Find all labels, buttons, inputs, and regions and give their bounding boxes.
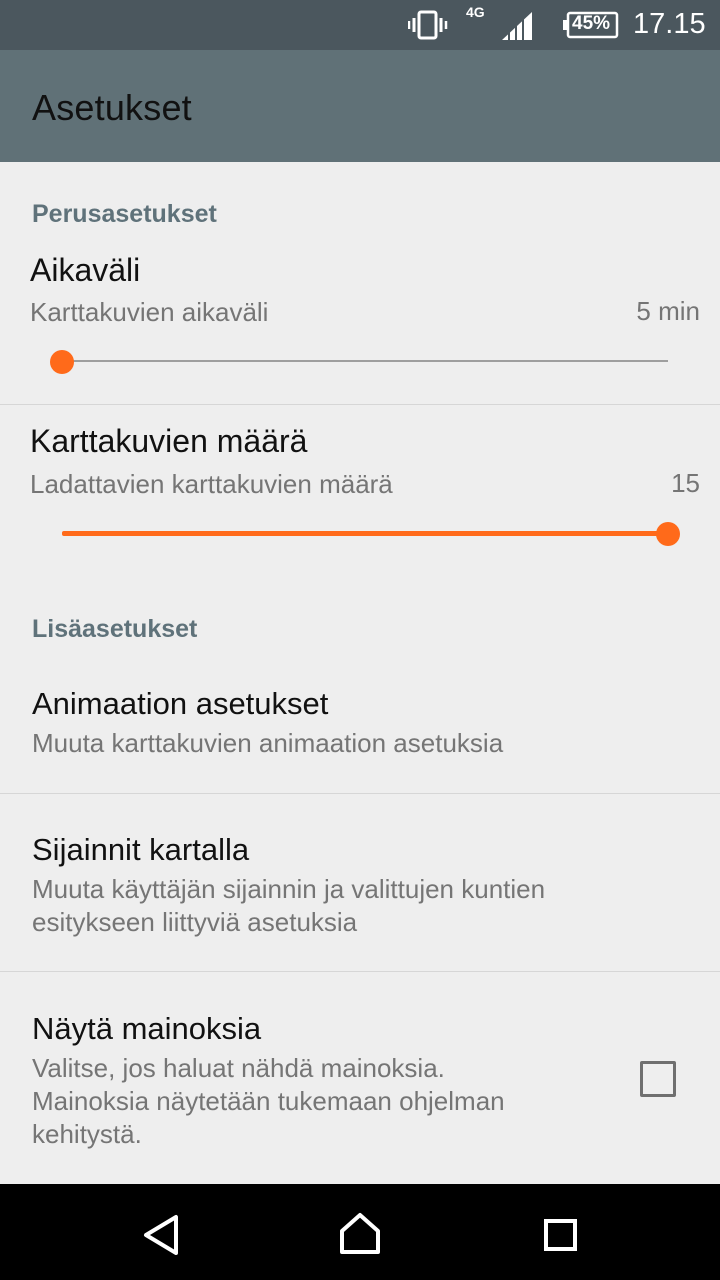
count-title: Karttakuvien määrä	[30, 423, 308, 459]
locations-settings-summary-line2: esitykseen liittyviä asetuksia	[32, 907, 358, 937]
interval-slider-thumb[interactable]	[50, 350, 74, 374]
status-bar: 4G 45% 17.15	[0, 0, 720, 50]
section-header-basic: Perusasetukset	[32, 200, 217, 228]
show-ads-title: Näytä mainoksia	[32, 1011, 262, 1046]
app-bar: Asetukset	[0, 50, 720, 162]
animation-settings-title: Animaation asetukset	[32, 686, 329, 721]
signal-icon	[500, 10, 534, 42]
page-title: Asetukset	[32, 87, 192, 128]
interval-value: 5 min	[636, 296, 700, 326]
show-ads-summary-line1: Valitse, jos haluat nähdä mainoksia.	[32, 1053, 445, 1083]
show-ads-summary-line2: Mainoksia näytetään tukemaan ohjelman	[32, 1086, 505, 1116]
animation-settings-summary: Muuta karttakuvien animaation asetuksia	[32, 728, 504, 758]
network-type-label: 4G	[466, 4, 485, 20]
vibrate-icon	[407, 10, 448, 40]
count-slider-thumb[interactable]	[656, 522, 680, 546]
back-button[interactable]	[100, 1184, 220, 1280]
section-header-advanced: Lisäasetukset	[32, 615, 198, 643]
count-summary: Ladattavien karttakuvien määrä	[30, 469, 393, 499]
locations-settings-title: Sijainnit kartalla	[32, 832, 250, 867]
battery-percent: 45%	[572, 13, 611, 34]
show-ads-summary-line3: kehitystä.	[32, 1119, 142, 1149]
interval-title: Aikaväli	[30, 252, 141, 288]
home-button[interactable]	[300, 1184, 420, 1280]
interval-slider-track[interactable]	[62, 360, 668, 362]
navigation-bar	[0, 1184, 720, 1280]
clock: 17.15	[633, 8, 706, 40]
count-slider-track[interactable]	[62, 531, 668, 536]
recents-button[interactable]	[500, 1184, 620, 1280]
interval-summary: Karttakuvien aikaväli	[30, 297, 269, 327]
show-ads-checkbox[interactable]	[640, 1061, 676, 1097]
locations-settings-summary-line1: Muuta käyttäjän sijainnin ja valittujen …	[32, 874, 546, 904]
count-value: 15	[671, 468, 700, 498]
